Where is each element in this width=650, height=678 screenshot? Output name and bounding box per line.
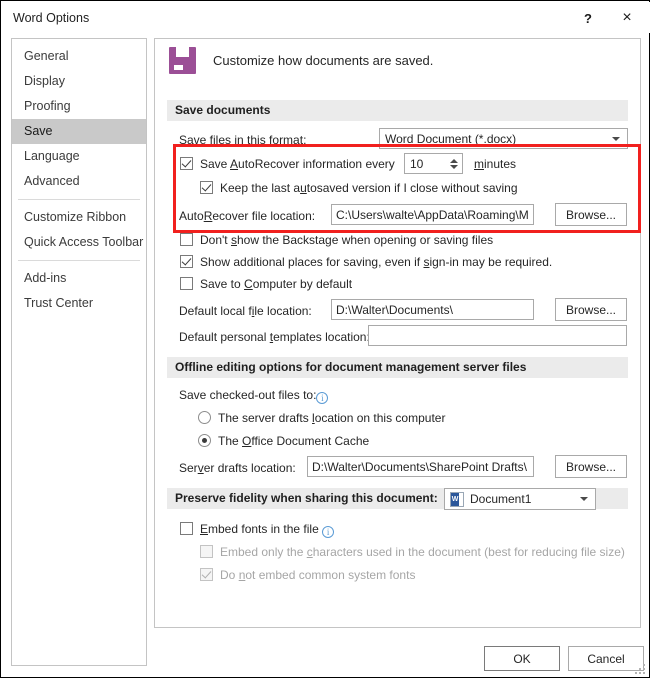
- keep-autosaved-checkbox[interactable]: [200, 181, 213, 194]
- additional-places-checkbox-row[interactable]: Show additional places for saving, even …: [180, 255, 552, 269]
- ok-button[interactable]: OK: [484, 646, 560, 671]
- sidebar-item-quick-access-toolbar[interactable]: Quick Access Toolbar: [12, 230, 146, 255]
- embed-fonts-info-icon[interactable]: i: [322, 526, 335, 538]
- embed-fonts-label: Embed fonts in the file: [200, 522, 323, 536]
- document-scope-dropdown[interactable]: Document1: [444, 488, 596, 510]
- no-common-fonts-checkbox-row: Do not embed common system fonts: [200, 568, 415, 582]
- autorecover-minutes-stepper[interactable]: 10: [404, 153, 463, 174]
- save-to-computer-label: Save to Computer by default: [200, 277, 353, 291]
- server-drafts-radio[interactable]: [198, 411, 211, 424]
- no-common-fonts-label: Do not embed common system fonts: [220, 568, 416, 582]
- sidebar-item-advanced[interactable]: Advanced: [12, 169, 146, 194]
- server-drafts-option-label: The server drafts location on this compu…: [218, 411, 446, 425]
- autorecover-checkbox[interactable]: [180, 157, 193, 170]
- save-to-computer-checkbox[interactable]: [180, 277, 193, 290]
- sidebar-item-add-ins[interactable]: Add-ins: [12, 266, 146, 291]
- chevron-down-icon: [612, 136, 620, 141]
- embed-fonts-checkbox[interactable]: [180, 522, 193, 535]
- default-local-location-input[interactable]: [331, 299, 534, 320]
- save-floppy-icon: [169, 47, 196, 74]
- resize-grip[interactable]: [635, 664, 645, 674]
- no-common-fonts-checkbox: [200, 568, 213, 581]
- sidebar-item-customize-ribbon[interactable]: Customize Ribbon: [12, 205, 146, 230]
- autorecover-label: Save AutoRecover information every: [200, 157, 395, 171]
- stepper-arrows[interactable]: [446, 154, 462, 173]
- checked-out-files-label: Save checked-out files to: i: [179, 388, 329, 404]
- default-local-location-label: Default local file location:: [179, 304, 312, 318]
- panel-header: Customize how documents are saved.: [169, 47, 433, 74]
- sidebar-divider-2: [18, 260, 140, 261]
- autorecover-browse-button[interactable]: Browse...: [555, 203, 627, 226]
- sidebar-item-save[interactable]: Save: [12, 119, 146, 144]
- radio-office-cache-row[interactable]: The Office Document Cache: [198, 434, 369, 448]
- autorecover-location-label: AutoRecover file location:: [179, 209, 316, 223]
- radio-server-drafts-row[interactable]: The server drafts location on this compu…: [198, 411, 445, 425]
- embed-characters-checkbox: [200, 545, 213, 558]
- default-templates-location-label: Default personal templates location:: [179, 330, 370, 344]
- help-icon[interactable]: ?: [575, 6, 601, 30]
- save-format-label: Save files in this format:: [179, 133, 307, 147]
- save-format-value: Word Document (*.docx): [385, 131, 517, 146]
- group-title-save-documents: Save documents: [167, 100, 628, 121]
- sidebar-item-display[interactable]: Display: [12, 69, 146, 94]
- page-title: Word Options: [13, 11, 90, 25]
- backstage-checkbox-row[interactable]: Don't show the Backstage when opening or…: [180, 233, 493, 247]
- autorecover-location-input[interactable]: [331, 204, 534, 225]
- autorecover-minutes-value[interactable]: 10: [405, 157, 446, 171]
- panel-header-text: Customize how documents are saved.: [213, 53, 434, 68]
- embed-characters-checkbox-row: Embed only the characters used in the do…: [200, 545, 625, 559]
- sidebar-item-proofing[interactable]: Proofing: [12, 94, 146, 119]
- save-format-dropdown[interactable]: Word Document (*.docx): [379, 128, 628, 149]
- embed-fonts-checkbox-row[interactable]: Embed fonts in the file i: [180, 522, 335, 538]
- word-options-dialog: Word Options ? × General Display Proofin…: [0, 0, 650, 678]
- server-drafts-location-input[interactable]: [307, 456, 534, 477]
- keep-autosaved-label: Keep the last autosaved version if I clo…: [220, 181, 518, 195]
- default-templates-location-input[interactable]: [368, 325, 627, 346]
- additional-places-checkbox[interactable]: [180, 255, 193, 268]
- save-to-computer-checkbox-row[interactable]: Save to Computer by default: [180, 277, 352, 291]
- group-title-offline-editing: Offline editing options for document man…: [167, 357, 628, 378]
- title-bar: Word Options ? ×: [2, 2, 650, 33]
- server-drafts-location-label: Server drafts location:: [179, 461, 296, 475]
- keep-autosaved-checkbox-row[interactable]: Keep the last autosaved version if I clo…: [200, 181, 518, 195]
- cancel-button[interactable]: Cancel: [568, 646, 644, 671]
- office-cache-radio[interactable]: [198, 434, 211, 447]
- additional-places-label: Show additional places for saving, even …: [200, 255, 553, 269]
- sidebar-divider-1: [18, 199, 140, 200]
- stepper-down-icon[interactable]: [450, 164, 458, 169]
- chevron-down-icon-2: [580, 497, 588, 501]
- word-document-icon: [450, 491, 464, 507]
- options-panel: Customize how documents are saved. Save …: [154, 38, 641, 628]
- embed-characters-label: Embed only the characters used in the do…: [220, 545, 625, 559]
- info-icon[interactable]: i: [316, 392, 329, 404]
- sidebar-item-language[interactable]: Language: [12, 144, 146, 169]
- document-scope-value: Document1: [470, 492, 532, 506]
- backstage-checkbox[interactable]: [180, 233, 193, 246]
- sidebar-item-general[interactable]: General: [12, 44, 146, 69]
- default-local-browse-button[interactable]: Browse...: [555, 298, 627, 321]
- stepper-up-icon[interactable]: [450, 158, 458, 163]
- server-drafts-browse-button[interactable]: Browse...: [555, 455, 627, 478]
- office-cache-option-label: The Office Document Cache: [218, 434, 370, 448]
- close-icon[interactable]: ×: [614, 6, 640, 30]
- backstage-label: Don't show the Backstage when opening or…: [200, 233, 494, 247]
- minutes-label: minutes: [474, 157, 517, 171]
- autorecover-checkbox-row[interactable]: Save AutoRecover information every: [180, 157, 395, 171]
- sidebar: General Display Proofing Save Language A…: [11, 38, 147, 666]
- sidebar-item-trust-center[interactable]: Trust Center: [12, 291, 146, 316]
